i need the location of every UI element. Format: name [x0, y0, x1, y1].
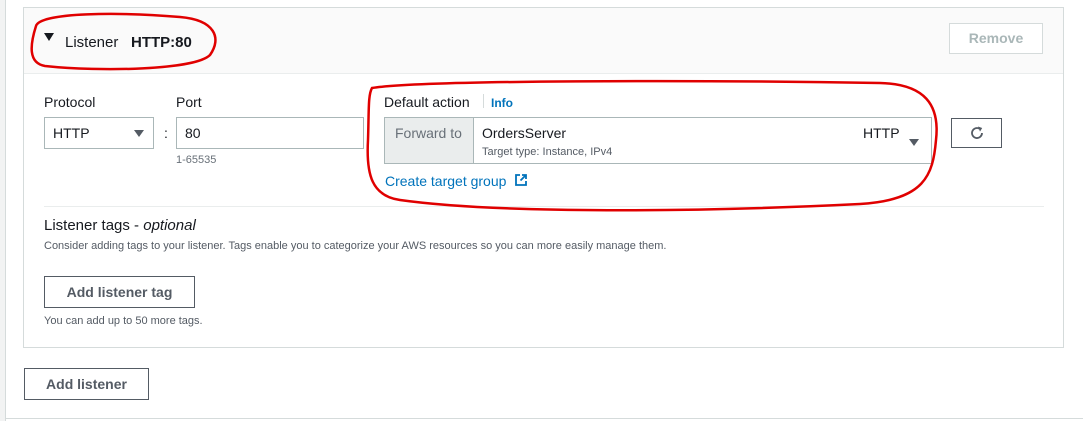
listener-tags-title: Listener tags - optional [44, 217, 196, 234]
external-link-icon[interactable] [514, 173, 528, 187]
listener-header[interactable]: Listener HTTP:80 Remove [24, 8, 1063, 74]
target-group-name: OrdersServer [482, 125, 567, 141]
listener-label: Listener [65, 34, 119, 51]
target-group-protocol: HTTP [863, 125, 900, 141]
info-link[interactable]: Info [491, 96, 513, 110]
caret-down-icon[interactable] [44, 33, 54, 41]
info-separator [483, 94, 484, 108]
refresh-icon [971, 126, 983, 139]
add-listener-button[interactable]: Add listener [24, 368, 149, 400]
port-label: Port [176, 94, 202, 110]
refresh-button[interactable] [951, 118, 1002, 148]
default-action-label: Default action [384, 94, 470, 110]
remove-button[interactable]: Remove [949, 23, 1043, 54]
create-target-group-link[interactable]: Create target group [385, 173, 506, 189]
tags-limit-hint: You can add up to 50 more tags. [44, 315, 203, 327]
target-group-select[interactable]: Forward to OrdersServer Target type: Ins… [384, 117, 932, 164]
tags-title-main: Listener tags [44, 217, 130, 234]
listener-card: Listener HTTP:80 Remove Protocol HTTP : … [23, 7, 1064, 348]
dropdown-arrow-icon [909, 139, 919, 146]
protocol-select[interactable]: HTTP [44, 117, 154, 149]
bottom-border [5, 418, 1083, 419]
port-input[interactable]: 80 [176, 117, 364, 149]
section-divider [44, 206, 1044, 207]
listener-value: HTTP:80 [131, 34, 192, 51]
port-value: 80 [185, 125, 201, 141]
dropdown-arrow-icon [134, 130, 144, 137]
protocol-label: Protocol [44, 94, 96, 110]
left-border [0, 0, 6, 421]
target-group-description: Target type: Instance, IPv4 [482, 146, 613, 158]
port-hint: 1-65535 [176, 154, 217, 166]
listener-tags-description: Consider adding tags to your listener. T… [44, 240, 667, 252]
tags-title-optional: optional [143, 217, 196, 234]
forward-to-text: Forward to [395, 125, 462, 141]
port-separator: : [164, 125, 168, 141]
tags-title-dash: - [129, 217, 144, 234]
protocol-value: HTTP [53, 125, 90, 141]
add-listener-tag-button[interactable]: Add listener tag [44, 276, 195, 308]
forward-to-label: Forward to [385, 118, 474, 163]
